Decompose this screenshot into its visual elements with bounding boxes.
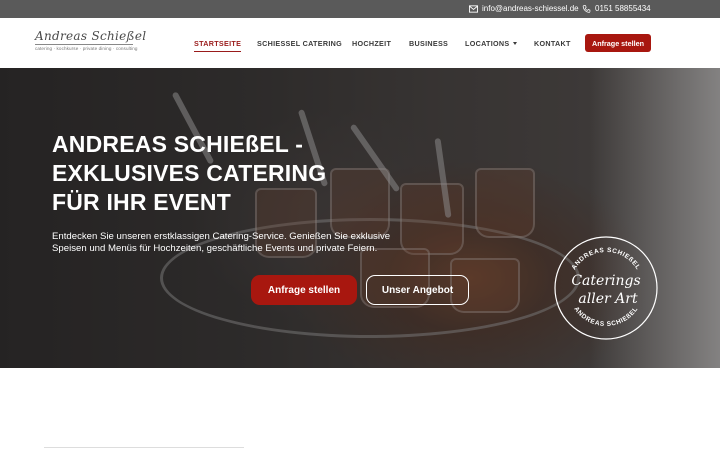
envelope-icon xyxy=(469,4,478,13)
phone-icon xyxy=(582,4,591,13)
hero-title: ANDREAS SCHIEßEL - EXKLUSIVES CATERING F… xyxy=(52,130,372,217)
nav-kontakt[interactable]: KONTAKT xyxy=(534,39,571,48)
hero-title-line: EXKLUSIVES CATERING xyxy=(52,160,327,186)
site-header: Andreas Schießel catering · kochkurse · … xyxy=(0,18,720,68)
nav-locations-label: LOCATIONS xyxy=(465,39,510,48)
chevron-down-icon xyxy=(512,41,517,45)
section-divider xyxy=(44,447,244,448)
hero-section: ANDREAS SCHIEßEL - EXKLUSIVES CATERING F… xyxy=(0,68,720,368)
hero-title-line: ANDREAS SCHIEßEL - xyxy=(52,131,304,157)
phone-link[interactable]: 0151 58855434 xyxy=(582,4,651,13)
phone-text: 0151 58855434 xyxy=(595,4,651,13)
request-button[interactable]: Anfrage stellen xyxy=(251,275,357,305)
logo[interactable]: Andreas Schießel catering · kochkurse · … xyxy=(35,29,146,57)
logo-name: Andreas Schießel xyxy=(35,29,147,43)
hero-title-line: FÜR IHR EVENT xyxy=(52,189,231,215)
email-link[interactable]: info@andreas-schiessel.de xyxy=(469,4,579,13)
caterings-stamp: ANDREAS SCHIEßEL ANDREAS SCHIEßEL Cateri… xyxy=(554,236,658,340)
stamp-line-1: Caterings xyxy=(571,273,640,289)
offer-button[interactable]: Unser Angebot xyxy=(366,275,469,305)
nav-startseite[interactable]: STARTSEITE xyxy=(194,39,242,52)
stamp-line-2: aller Art xyxy=(578,291,638,307)
nav-business[interactable]: BUSINESS xyxy=(409,39,448,48)
contact-bar: info@andreas-schiessel.de 0151 58855434 xyxy=(0,0,720,18)
email-text: info@andreas-schiessel.de xyxy=(482,4,579,13)
logo-divider xyxy=(35,44,133,45)
logo-tagline: catering · kochkurse · private dining · … xyxy=(35,46,138,51)
nav-locations[interactable]: LOCATIONS xyxy=(465,39,517,48)
svg-text:ANDREAS SCHIEßEL: ANDREAS SCHIEßEL xyxy=(572,306,639,328)
hero-description: Entdecken Sie unseren erstklassigen Cate… xyxy=(52,231,391,254)
nav-request-button[interactable]: Anfrage stellen xyxy=(585,34,651,52)
stamp-bottom-text: ANDREAS SCHIEßEL xyxy=(572,306,639,328)
nav-schiessel-catering[interactable]: SCHIESSEL CATERING xyxy=(257,39,342,48)
nav-hochzeit[interactable]: HOCHZEIT xyxy=(352,39,391,48)
